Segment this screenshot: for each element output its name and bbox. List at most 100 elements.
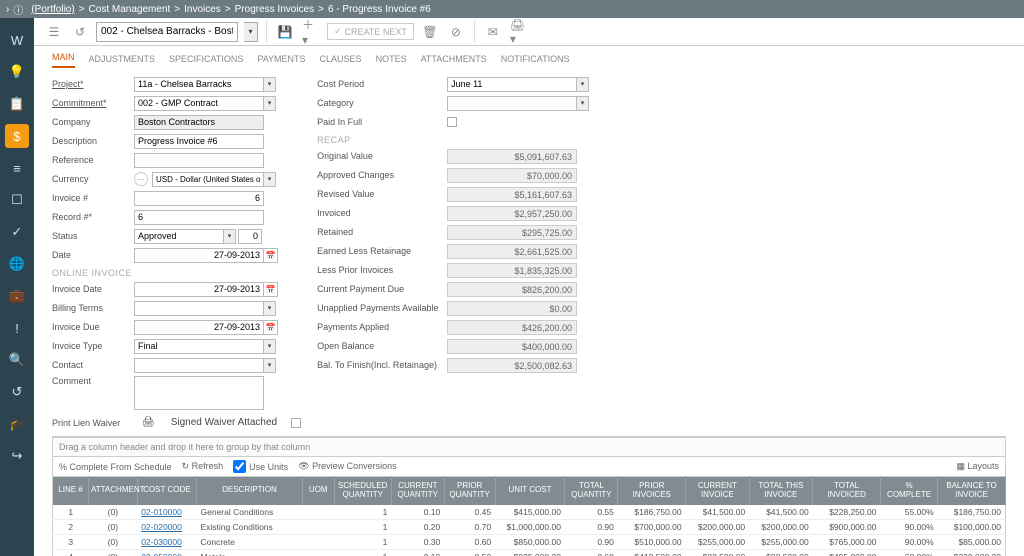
reference-field[interactable] bbox=[134, 153, 264, 168]
table-row[interactable]: 3(0)02-030000Concrete10.300.60$850,000.0… bbox=[53, 534, 1006, 549]
col-header[interactable]: PRIOR QUANTITY bbox=[444, 477, 495, 505]
nav-item-3[interactable]: $ bbox=[5, 124, 29, 148]
tab-main[interactable]: MAIN bbox=[52, 52, 75, 68]
group-hint[interactable]: Drag a column header and drop it here to… bbox=[52, 437, 1006, 456]
invoice-date-calendar-icon[interactable]: 📅 bbox=[264, 282, 278, 297]
use-units-toggle[interactable]: Use Units bbox=[233, 460, 288, 473]
invoice-no-field[interactable] bbox=[134, 191, 264, 206]
nav-item-2[interactable]: 📋 bbox=[5, 92, 29, 116]
billing-terms-field[interactable] bbox=[134, 301, 264, 316]
tab-adjustments[interactable]: ADJUSTMENTS bbox=[89, 54, 156, 68]
currency-ellipsis[interactable]: ⋯ bbox=[134, 172, 148, 186]
table-row[interactable]: 2(0)02-020000Existing Conditions10.200.7… bbox=[53, 519, 1006, 534]
invoice-due-field[interactable] bbox=[134, 320, 264, 335]
category-dropdown[interactable]: ▾ bbox=[577, 96, 589, 111]
nav-item-12[interactable]: 🎓 bbox=[5, 412, 29, 436]
print-icon[interactable]: 🖨 bbox=[142, 417, 155, 428]
nav-item-10[interactable]: 🔍 bbox=[5, 348, 29, 372]
date-calendar-icon[interactable]: 📅 bbox=[264, 248, 278, 263]
preview-conversions-button[interactable]: 👁 Preview Conversions bbox=[298, 461, 396, 472]
commitment-dropdown[interactable]: ▾ bbox=[264, 96, 276, 111]
email-icon[interactable]: ✉ bbox=[483, 22, 503, 42]
tab-payments[interactable]: PAYMENTS bbox=[257, 54, 305, 68]
table-row[interactable]: 1(0)02-010000General Conditions10.100.45… bbox=[53, 505, 1006, 520]
line-items-grid[interactable]: LINE #ATTACHMENTCOST CODEDESCRIPTIONUOMS… bbox=[52, 476, 1006, 556]
col-header[interactable]: SCHEDULED QUANTITY bbox=[334, 477, 391, 505]
add-icon[interactable]: ＋▾ bbox=[301, 22, 321, 42]
record-selector[interactable] bbox=[96, 22, 238, 42]
status-dropdown[interactable]: ▾ bbox=[224, 229, 236, 244]
col-header[interactable]: TOTAL QUANTITY bbox=[565, 477, 618, 505]
paid-in-full-checkbox[interactable] bbox=[447, 117, 457, 127]
complete-from-schedule-button[interactable]: % Complete From Schedule bbox=[59, 462, 172, 472]
print-icon[interactable]: 🖨▾ bbox=[509, 22, 529, 42]
col-header[interactable]: CURRENT QUANTITY bbox=[391, 477, 444, 505]
col-header[interactable]: TOTAL THIS INVOICE bbox=[749, 477, 813, 505]
tab-attachments[interactable]: ATTACHMENTS bbox=[421, 54, 487, 68]
col-header[interactable]: CURRENT INVOICE bbox=[686, 477, 750, 505]
date-field[interactable] bbox=[134, 248, 264, 263]
breadcrumb-portfolio[interactable]: (Portfolio) bbox=[31, 4, 74, 15]
invoice-type-dropdown[interactable]: ▾ bbox=[264, 339, 276, 354]
commitment-field[interactable] bbox=[134, 96, 264, 111]
currency-field[interactable] bbox=[152, 172, 264, 187]
col-header[interactable]: % COMPLETE bbox=[880, 477, 937, 505]
tab-notes[interactable]: NOTES bbox=[376, 54, 407, 68]
nav-item-11[interactable]: ↺ bbox=[5, 380, 29, 404]
tab-clauses[interactable]: CLAUSES bbox=[320, 54, 362, 68]
status-field[interactable] bbox=[134, 229, 224, 244]
breadcrumb-progress-invoices[interactable]: Progress Invoices bbox=[235, 4, 314, 15]
currency-dropdown[interactable]: ▾ bbox=[264, 172, 276, 187]
project-field[interactable] bbox=[134, 77, 264, 92]
description-field[interactable] bbox=[134, 134, 264, 149]
col-header[interactable]: COST CODE bbox=[137, 477, 196, 505]
record-no-field[interactable] bbox=[134, 210, 264, 225]
cost-period-dropdown[interactable]: ▾ bbox=[577, 77, 589, 92]
col-header[interactable]: LINE # bbox=[53, 477, 89, 505]
signed-waiver-checkbox[interactable] bbox=[291, 418, 301, 428]
col-header[interactable]: ATTACHMENT bbox=[89, 477, 138, 505]
nav-item-6[interactable]: ✓ bbox=[5, 220, 29, 244]
tab-notifications[interactable]: NOTIFICATIONS bbox=[501, 54, 570, 68]
nav-item-4[interactable]: ≡ bbox=[5, 156, 29, 180]
status-rev-field[interactable] bbox=[238, 229, 262, 244]
company-field[interactable] bbox=[134, 115, 264, 130]
invoice-due-calendar-icon[interactable]: 📅 bbox=[264, 320, 278, 335]
contact-field[interactable] bbox=[134, 358, 264, 373]
nav-item-13[interactable]: ↪ bbox=[5, 444, 29, 468]
nav-item-7[interactable]: 🌐 bbox=[5, 252, 29, 276]
history-icon[interactable]: ↺ bbox=[70, 22, 90, 42]
comment-field[interactable] bbox=[134, 376, 264, 410]
list-icon[interactable]: ☰ bbox=[44, 22, 64, 42]
record-selector-arrow[interactable]: ▾ bbox=[244, 22, 258, 42]
breadcrumb-cost-mgmt[interactable]: Cost Management bbox=[89, 4, 171, 15]
col-header[interactable]: DESCRIPTION bbox=[197, 477, 303, 505]
cost-period-field[interactable] bbox=[447, 77, 577, 92]
refresh-button[interactable]: ↻ Refresh bbox=[182, 461, 224, 472]
col-header[interactable]: UOM bbox=[302, 477, 334, 505]
layouts-button[interactable]: ▦ Layouts bbox=[956, 461, 999, 472]
invoice-date-field[interactable] bbox=[134, 282, 264, 297]
col-header[interactable]: UNIT COST bbox=[495, 477, 565, 505]
col-header[interactable]: TOTAL INVOICED bbox=[813, 477, 881, 505]
create-next-button[interactable]: ✓CREATE NEXT bbox=[327, 23, 414, 40]
project-dropdown[interactable]: ▾ bbox=[264, 77, 276, 92]
table-row[interactable]: 4(0)02-050000Metals10.100.50$825,000.000… bbox=[53, 549, 1006, 556]
info-icon[interactable]: ⓘ bbox=[13, 2, 23, 17]
delete-icon[interactable]: 🗑 bbox=[420, 22, 440, 42]
breadcrumb-invoices[interactable]: Invoices bbox=[184, 4, 221, 15]
tab-specifications[interactable]: SPECIFICATIONS bbox=[169, 54, 243, 68]
category-field[interactable] bbox=[447, 96, 577, 111]
save-icon[interactable]: 💾 bbox=[275, 22, 295, 42]
void-icon[interactable]: ⊘ bbox=[446, 22, 466, 42]
nav-item-8[interactable]: 💼 bbox=[5, 284, 29, 308]
col-header[interactable]: PRIOR INVOICES bbox=[618, 477, 686, 505]
billing-terms-dropdown[interactable]: ▾ bbox=[264, 301, 276, 316]
nav-item-0[interactable]: W bbox=[5, 28, 29, 52]
invoice-type-field[interactable] bbox=[134, 339, 264, 354]
col-header[interactable]: BALANCE TO INVOICE bbox=[938, 477, 1006, 505]
contact-dropdown[interactable]: ▾ bbox=[264, 358, 276, 373]
nav-item-9[interactable]: ! bbox=[5, 316, 29, 340]
nav-item-1[interactable]: 💡 bbox=[5, 60, 29, 84]
nav-item-5[interactable]: ☐ bbox=[5, 188, 29, 212]
